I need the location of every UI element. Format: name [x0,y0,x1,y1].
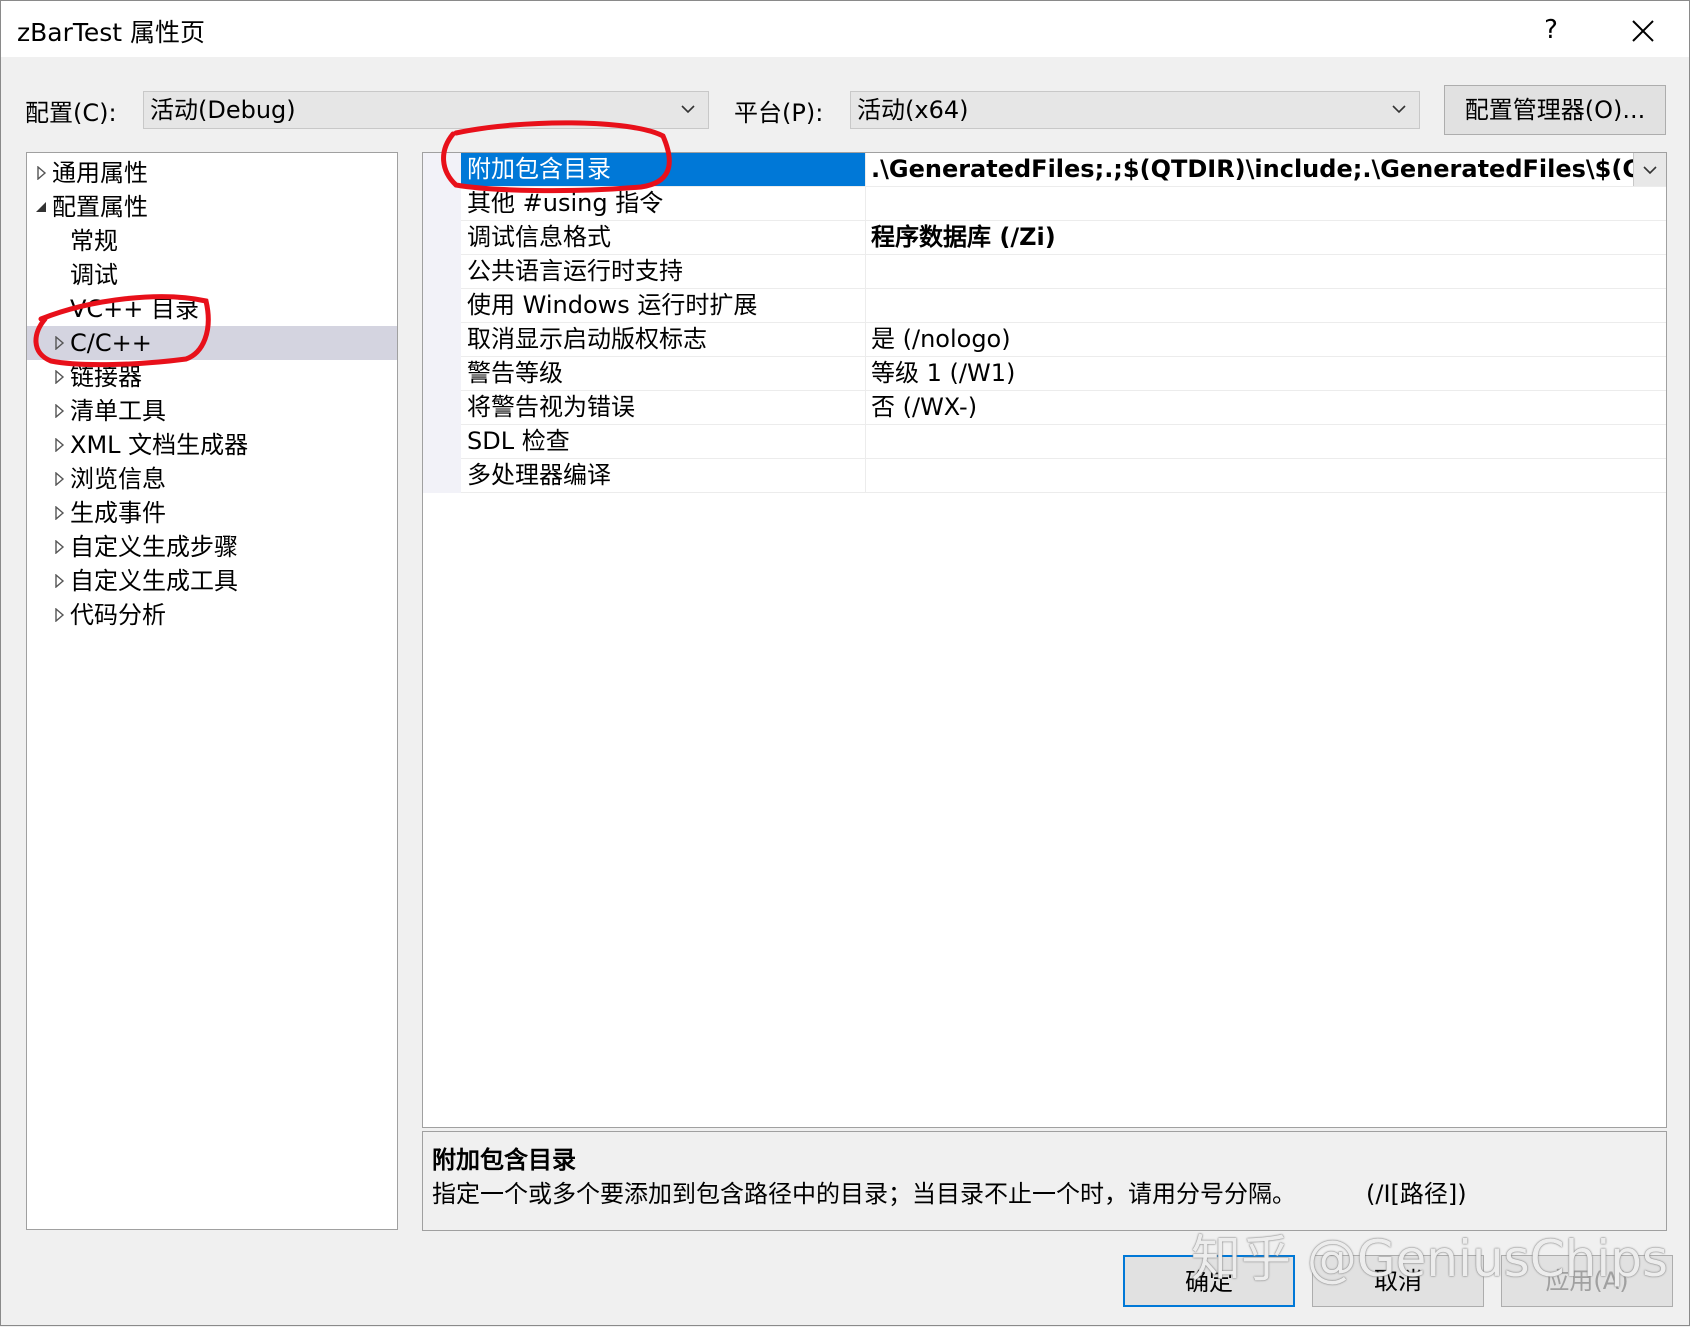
chevron-down-icon [1643,166,1657,175]
collapsed-triangle-icon[interactable] [54,394,68,428]
collapsed-triangle-icon[interactable] [54,462,68,496]
property-value[interactable]: 否 (/WX-) [867,391,1666,424]
tree-item-label: C/C++ [70,329,152,357]
property-name: 将警告视为错误 [461,391,866,424]
configuration-value: 活动(Debug) [150,96,296,124]
tree-item[interactable]: 通用属性 [27,156,397,190]
tree-item-label: 浏览信息 [70,465,166,493]
value-dropdown-button[interactable] [1633,153,1666,186]
tree-item-label: 调试 [70,261,118,289]
description-title: 附加包含目录 [432,1146,576,1174]
property-value-text: 是 (/nologo) [871,325,1011,353]
property-row[interactable]: 公共语言运行时支持 [461,255,1666,289]
tree-item-label: VC++ 目录 [70,295,200,323]
property-value[interactable] [867,425,1666,458]
configuration-manager-button[interactable]: 配置管理器(O)... [1444,85,1666,135]
property-name: 公共语言运行时支持 [461,255,866,288]
tree-item-label: 自定义生成工具 [70,567,238,595]
property-value-text: 等级 1 (/W1) [871,359,1016,387]
property-row[interactable]: 警告等级 等级 1 (/W1) [461,357,1666,391]
property-row[interactable]: 使用 Windows 运行时扩展 [461,289,1666,323]
tree-item[interactable]: 配置属性 [27,190,397,224]
close-icon [1632,20,1654,42]
property-row[interactable]: 取消显示启动版权标志是 (/nologo) [461,323,1666,357]
collapsed-triangle-icon[interactable] [54,428,68,462]
tree-item-label: 通用属性 [52,159,148,187]
property-grid: 附加包含目录 .\GeneratedFiles;.;$(QTDIR)\includ… [422,152,1667,1128]
property-name: 调试信息格式 [461,221,866,254]
tree-item-label: 自定义生成步骤 [70,533,238,561]
property-name: 警告等级 [461,357,866,390]
tree-item-label: 生成事件 [70,499,166,527]
tree-item-label: XML 文档生成器 [70,431,249,459]
grid-margin [423,153,461,493]
tree-item[interactable]: 自定义生成工具 [27,564,397,598]
property-row[interactable]: 将警告视为错误否 (/WX-) [461,391,1666,425]
tree-item[interactable]: 清单工具 [27,394,397,428]
property-name: 使用 Windows 运行时扩展 [461,289,866,322]
tree-item[interactable]: 生成事件 [27,496,397,530]
close-button[interactable] [1621,9,1665,53]
watermark: 知乎 @GeniusChips [1191,1230,1669,1288]
collapsed-triangle-icon[interactable] [54,360,68,394]
title-bar: zBarTest 属性页 ? [1,1,1689,57]
property-value[interactable]: 是 (/nologo) [867,323,1666,356]
property-name: 取消显示启动版权标志 [461,323,866,356]
tree-item[interactable]: 自定义生成步骤 [27,530,397,564]
property-name: 附加包含目录 [461,153,866,186]
tree-item[interactable]: 常规 [27,224,397,258]
chevron-down-icon [1391,92,1407,138]
tree-item-label: 清单工具 [70,397,166,425]
window-title: zBarTest 属性页 [17,18,206,47]
collapsed-triangle-icon[interactable] [54,564,68,598]
property-value[interactable]: 程序数据库 (/Zi) [867,221,1666,254]
property-value-text: 否 (/WX-) [871,393,978,421]
property-value[interactable]: .\GeneratedFiles;.;$(QTDIR)\include;.\Ge… [867,153,1666,186]
platform-label: 平台(P): [734,99,824,127]
platform-select[interactable]: 活动(x64) [850,91,1420,129]
tree-item[interactable]: C/C++ [27,326,397,360]
tree-item[interactable]: XML 文档生成器 [27,428,397,462]
property-row[interactable]: 多处理器编译 [461,459,1666,493]
help-button[interactable]: ? [1531,11,1571,49]
collapsed-triangle-icon[interactable] [54,496,68,530]
platform-value: 活动(x64) [857,96,969,124]
tree-item[interactable]: VC++ 目录 [27,292,397,326]
collapsed-triangle-icon[interactable] [54,530,68,564]
collapsed-triangle-icon[interactable] [36,156,50,190]
property-name: 多处理器编译 [461,459,866,492]
property-pages-dialog: zBarTest 属性页 ? 配置(C): 活动(Debug) 平台(P): 活… [0,0,1690,1326]
configuration-label: 配置(C): [25,99,117,127]
property-value[interactable] [867,255,1666,288]
tree-item-label: 链接器 [70,363,142,391]
property-value[interactable] [867,187,1666,220]
tree-item[interactable]: 链接器 [27,360,397,394]
tree-item-label: 常规 [70,227,118,255]
property-name: 其他 #using 指令 [461,187,866,220]
property-value-text: 程序数据库 (/Zi) [871,223,1056,251]
property-value[interactable] [867,289,1666,322]
tree-item[interactable]: 调试 [27,258,397,292]
property-name: SDL 检查 [461,425,866,458]
chevron-down-icon [680,92,696,138]
property-tree: 通用属性配置属性常规调试 VC++ 目录 C/C++ 链接器清单工具 XML 文档生成器… [26,152,398,1230]
tree-item[interactable]: 代码分析 [27,598,397,632]
description-panel: 附加包含目录 指定一个或多个要添加到包含路径中的目录；当目录不止一个时，请用分号… [422,1131,1667,1231]
expanded-triangle-icon[interactable] [36,190,50,224]
tree-item[interactable]: 浏览信息 [27,462,397,496]
collapsed-triangle-icon[interactable] [54,598,68,632]
tree-item-label: 代码分析 [70,601,166,629]
property-row[interactable]: 调试信息格式 程序数据库 (/Zi) [461,221,1666,255]
collapsed-triangle-icon[interactable] [54,326,68,360]
configuration-select[interactable]: 活动(Debug) [143,91,709,129]
description-switch: (/I[路径]) [1366,1180,1467,1208]
description-text: 指定一个或多个要添加到包含路径中的目录；当目录不止一个时，请用分号分隔。 [432,1180,1296,1208]
property-row[interactable]: 附加包含目录 .\GeneratedFiles;.;$(QTDIR)\includ… [461,153,1666,187]
property-row[interactable]: SDL 检查 [461,425,1666,459]
tree-item-label: 配置属性 [52,193,148,221]
property-value[interactable] [867,459,1666,492]
property-value[interactable]: 等级 1 (/W1) [867,357,1666,390]
property-value-text: .\GeneratedFiles;.;$(QTDIR)\include;.\Ge… [871,155,1666,183]
property-row[interactable]: 其他 #using 指令 [461,187,1666,221]
